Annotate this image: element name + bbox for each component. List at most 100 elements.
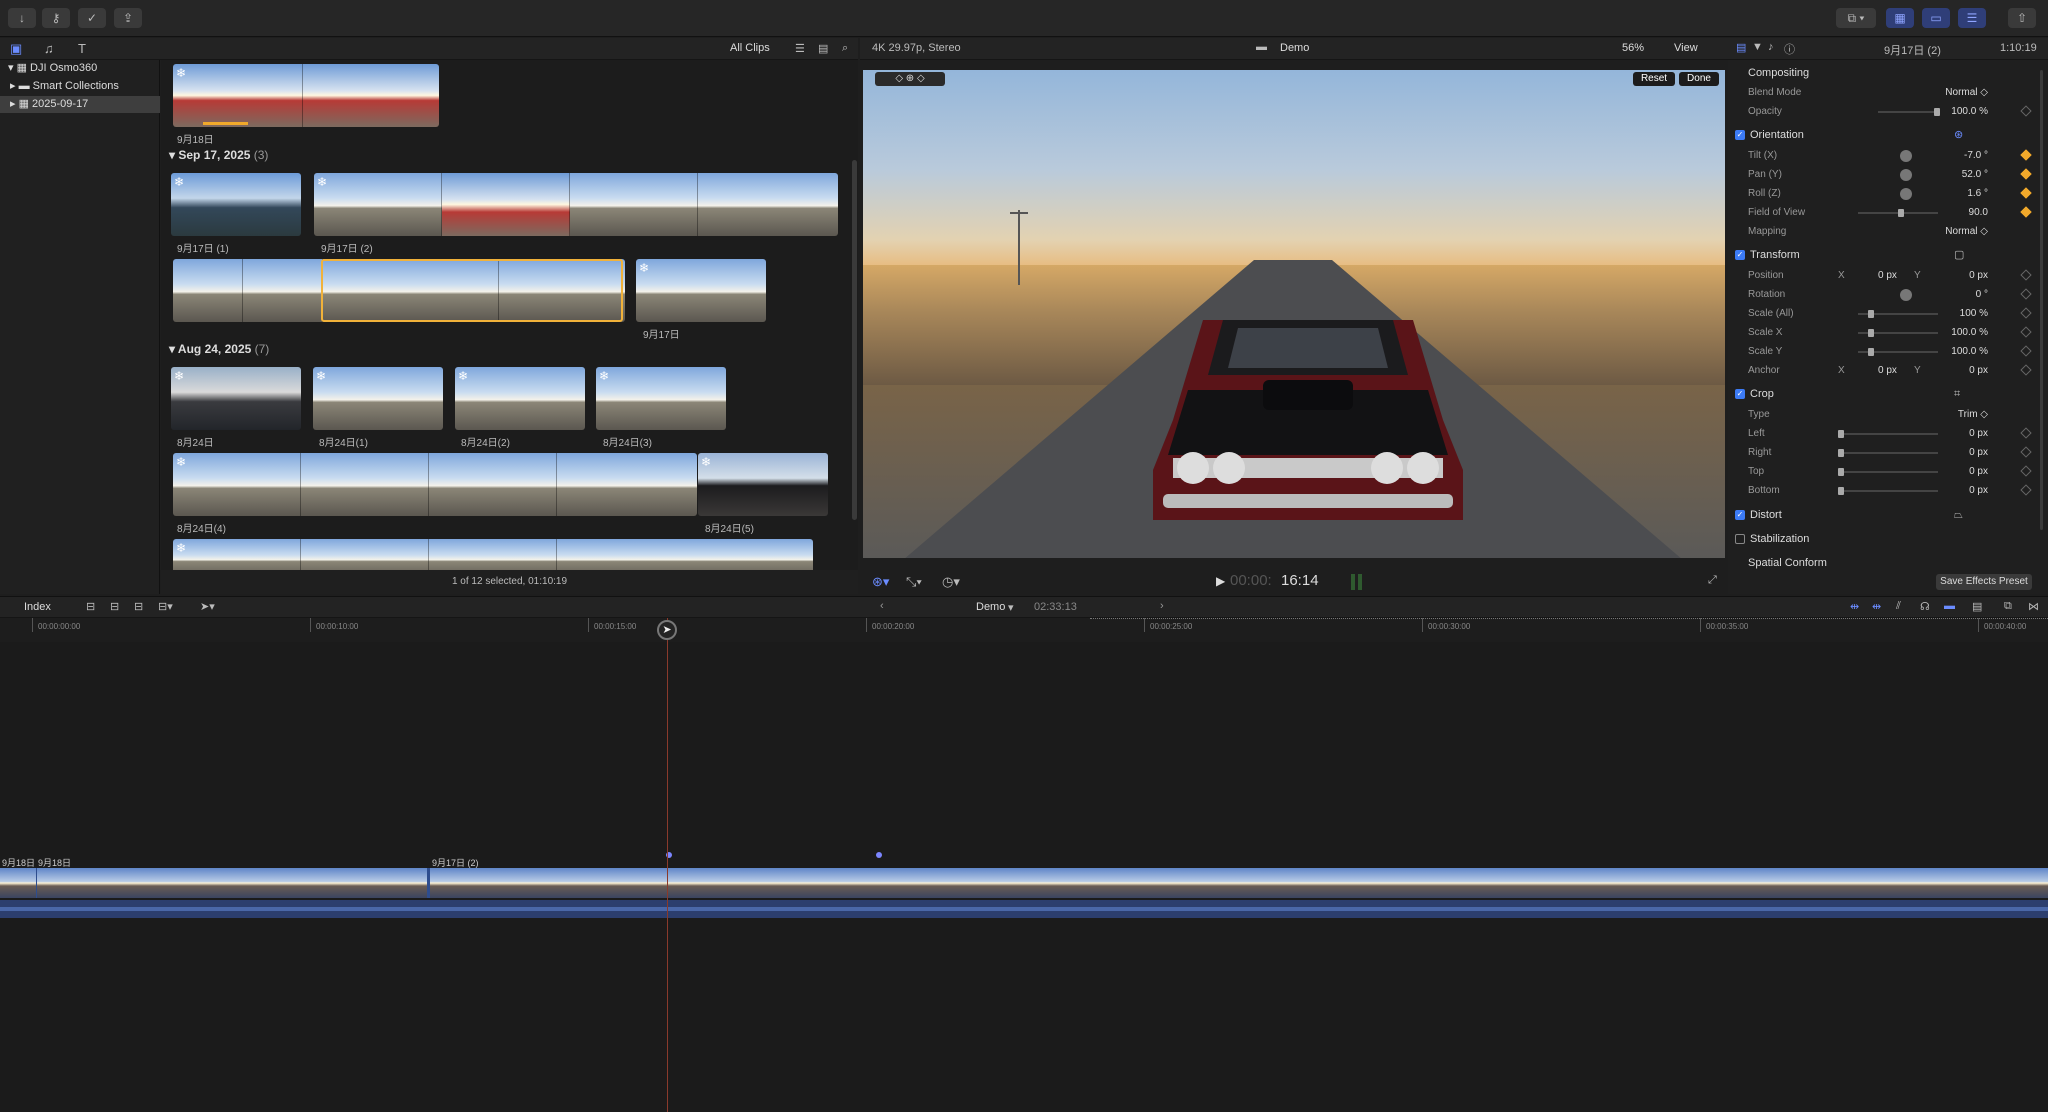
audio-inspector-icon[interactable]: ♪ [1768, 41, 1774, 53]
library-item-event[interactable]: ▸ ▦ 2025-09-17 [0, 96, 160, 113]
import-icon[interactable]: ↓ [8, 8, 36, 28]
info-inspector-icon[interactable]: ⓘ [1784, 41, 1795, 57]
back-icon[interactable]: ‹ [880, 600, 884, 612]
reset-button[interactable]: Reset [1633, 72, 1675, 86]
keyframe-button[interactable] [2020, 187, 2032, 199]
timeline-project-dropdown[interactable]: Demo [976, 601, 1005, 613]
scale-slider[interactable] [1858, 310, 1938, 318]
param-value[interactable]: 0 ° [1976, 285, 1988, 304]
checkbox[interactable]: ✓ [1735, 510, 1745, 520]
crop-left-slider[interactable] [1838, 430, 1938, 438]
keyframe-button[interactable] [2020, 105, 2032, 117]
fov-slider[interactable] [1858, 209, 1938, 217]
clip-thumbnail[interactable]: ❄ [173, 453, 697, 516]
titles-generators-icon[interactable]: T [78, 41, 86, 56]
param-value[interactable]: 0 px [1878, 361, 1897, 380]
crop-right-slider[interactable] [1838, 449, 1938, 457]
zoom-dropdown[interactable]: 56% [1622, 42, 1644, 54]
timeline-clip[interactable] [37, 868, 427, 898]
view-dropdown[interactable]: View [1674, 42, 1698, 54]
compositing-section[interactable]: Compositing [1728, 64, 2048, 83]
clip-thumbnail[interactable]: ❄ [171, 173, 301, 236]
share-icon[interactable]: ⇪ [114, 8, 142, 28]
param-value[interactable]: 0 px [1969, 443, 1988, 462]
transitions-browser-icon[interactable]: ⋈ [2028, 600, 2039, 613]
show-inspector-icon[interactable]: ☰ [1958, 8, 1986, 28]
transform-onscreen-icon[interactable]: ▢ [1954, 245, 1964, 265]
crop-section[interactable]: ✓ Crop ⌗ [1728, 384, 2048, 404]
workspace-switch-icon[interactable]: ⧉ ▾ [1836, 8, 1876, 28]
overwrite-clip-icon[interactable]: ⊟▾ [158, 600, 173, 613]
playhead[interactable] [667, 618, 668, 1112]
param-value[interactable]: 0 px [1969, 462, 1988, 481]
keyframe-button[interactable] [2020, 446, 2032, 458]
clip-thumbnail[interactable]: ❄ [698, 453, 828, 516]
keyframe-button[interactable] [2020, 149, 2032, 161]
param-value[interactable]: 0 px [1969, 266, 1988, 285]
keyframe-button[interactable] [2020, 364, 2032, 376]
clip-thumbnail[interactable]: ❄ [173, 539, 813, 570]
insert-clip-icon[interactable]: ⊟ [110, 600, 119, 613]
background-tasks-icon[interactable]: ✓ [78, 8, 106, 28]
clip-thumbnail[interactable]: ❄ [455, 367, 585, 430]
library-item-smart-collections[interactable]: ▸ ▬ Smart Collections [0, 78, 160, 95]
checkbox[interactable]: ✓ [1735, 389, 1745, 399]
keyframe-button[interactable] [2020, 269, 2032, 281]
checkbox[interactable] [1735, 534, 1745, 544]
speed-icon[interactable]: ◷▾ [942, 574, 960, 590]
solo-icon[interactable]: ⫽ [1896, 600, 1901, 613]
audio-waveform[interactable] [0, 900, 2048, 918]
video-viewer[interactable]: ◇ ⊕ ◇ Reset Done [863, 70, 1725, 558]
keyframe-button[interactable] [2020, 326, 2032, 338]
primary-storyline[interactable] [0, 868, 2048, 898]
select-tool-icon[interactable]: ➤▾ [200, 600, 215, 613]
param-value[interactable]: 90.0 [1969, 203, 1988, 222]
keyframe-button[interactable] [2020, 288, 2032, 300]
distort-section[interactable]: ✓ Distort ⏢ [1728, 505, 2048, 525]
timeline-index-button[interactable]: Index [24, 601, 51, 613]
play-button[interactable]: ▶ [1216, 574, 1225, 588]
effects-browser-icon[interactable]: ⧉ [2004, 600, 2012, 613]
connect-clip-icon[interactable]: ⊟ [86, 600, 95, 613]
clip-thumbnail[interactable]: ❄ [313, 367, 443, 430]
date-group-header[interactable]: ▾ Sep 17, 2025 (3) [169, 148, 268, 162]
param-value[interactable]: 0 px [1969, 424, 1988, 443]
search-icon[interactable]: ⌕ [842, 42, 848, 55]
keyframe-button[interactable] [2020, 465, 2032, 477]
param-value[interactable]: 1.6 ° [1967, 184, 1988, 203]
headphones-icon[interactable]: ☊ [1920, 600, 1930, 613]
clip-appearance-icon[interactable]: ▤ [818, 42, 828, 55]
crop-bottom-slider[interactable] [1838, 487, 1938, 495]
append-clip-icon[interactable]: ⊟ [134, 600, 143, 613]
clip-thumbnail[interactable]: ❄ [173, 64, 439, 127]
list-view-icon[interactable]: ☰ [795, 42, 805, 55]
mapping-dropdown[interactable]: Normal ◇ [1945, 222, 1988, 241]
clip-thumbnail[interactable]: ❄ [636, 259, 766, 322]
keyword-icon[interactable]: ⚷ [42, 8, 70, 28]
fullscreen-icon[interactable]: ⤢ [1708, 574, 1717, 587]
audio-skimming-icon[interactable]: ⇹ [1872, 600, 1881, 613]
keyframe-button[interactable] [2020, 206, 2032, 218]
clip-thumbnail[interactable]: ❄ [314, 173, 838, 236]
keyframe-button[interactable] [2020, 307, 2032, 319]
video-inspector-icon[interactable]: ▤ [1736, 41, 1746, 54]
checkbox[interactable]: ✓ [1735, 250, 1745, 260]
snapping-icon[interactable]: ▬ [1944, 600, 1955, 612]
orientation-onscreen-icon[interactable]: ⊛ [1954, 125, 1963, 145]
crop-onscreen-icon[interactable]: ⌗ [1954, 384, 1960, 404]
360-view-icon[interactable]: ⊛▾ [872, 574, 889, 590]
clip-appearance-icon[interactable]: ▤ [1972, 600, 1982, 613]
param-value[interactable]: 0 px [1969, 361, 1988, 380]
keyframe-button[interactable] [2020, 484, 2032, 496]
param-value[interactable]: 100.0 % [1951, 342, 1988, 361]
done-button[interactable]: Done [1679, 72, 1719, 86]
transform-section[interactable]: ✓ Transform ▢ [1728, 245, 2048, 265]
forward-icon[interactable]: › [1160, 600, 1164, 612]
viewer-overlay-controls[interactable]: ◇ ⊕ ◇ [875, 72, 945, 86]
filter-inspector-icon[interactable]: ▼ [1752, 41, 1763, 53]
scale-x-slider[interactable] [1858, 329, 1938, 337]
param-value[interactable]: 100 % [1960, 304, 1988, 323]
photos-audio-icon[interactable]: ♫ [44, 41, 54, 56]
share-export-icon[interactable]: ⇧ [2008, 8, 2036, 28]
keyframe-button[interactable] [2020, 168, 2032, 180]
